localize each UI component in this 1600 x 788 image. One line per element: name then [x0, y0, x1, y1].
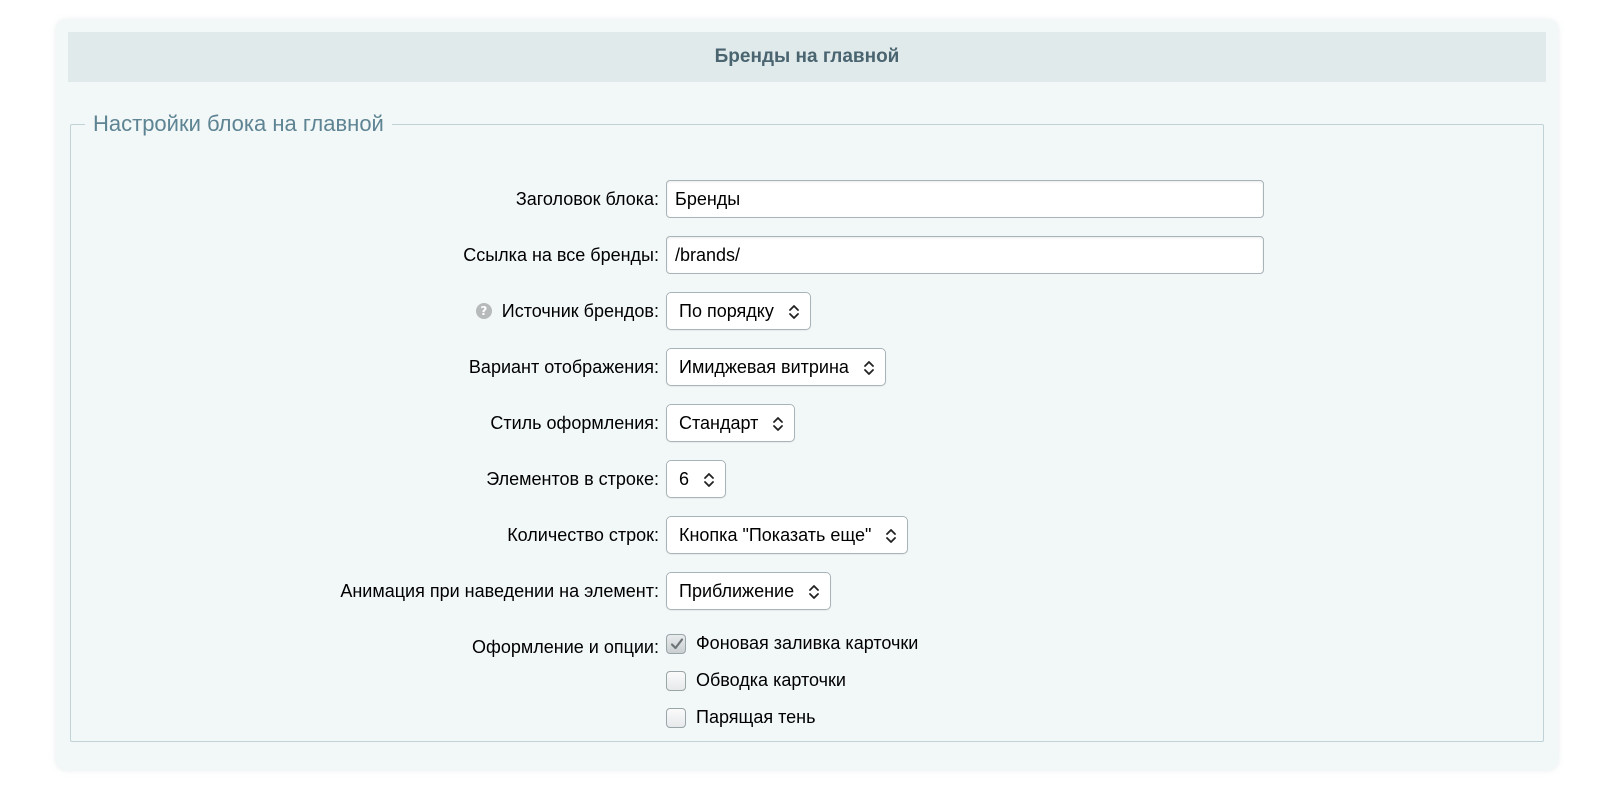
block-settings-fieldset: Настройки блока на главной Заголовок бло… [70, 111, 1544, 742]
block-title-input[interactable]: Бренды [666, 180, 1264, 218]
row-all-brands-link: Ссылка на все бренды: /brands/ [71, 236, 1543, 274]
checkmark-icon [670, 637, 684, 649]
brands-source-label: Источник брендов: [501, 300, 659, 321]
brands-source-value: По порядку [679, 300, 774, 321]
card-title: Бренды на главной [68, 32, 1546, 82]
display-variant-value: Имиджевая витрина [679, 356, 849, 377]
brands-settings-card: Бренды на главной Настройки блока на гла… [56, 20, 1558, 770]
rows-count-label: Количество строк: [507, 524, 659, 545]
fieldset-legend: Настройки блока на главной [93, 111, 384, 136]
hover-animation-label: Анимация при наведении на элемент: [340, 580, 659, 601]
select-chevrons-icon [788, 305, 799, 319]
question-circle-icon[interactable]: ? [475, 303, 492, 319]
select-chevrons-icon [864, 361, 874, 375]
row-hover-animation: Анимация при наведении на элемент: Прибл… [71, 572, 1543, 610]
option-label: Фоновая заливка карточки [696, 633, 919, 653]
rows-count-select[interactable]: Кнопка "Показать еще" [666, 516, 909, 554]
items-per-row-label: Элементов в строке: [486, 468, 659, 489]
checkbox-unchecked[interactable] [666, 670, 686, 691]
row-brands-source: ? Источник брендов: По порядку [71, 292, 1543, 330]
style-value: Стандарт [679, 412, 759, 433]
option-label: Обводка карточки [696, 670, 846, 690]
row-options: Оформление и опции: Фоновая заливка карт… [71, 628, 1543, 748]
display-variant-select[interactable]: Имиджевая витрина [666, 348, 886, 386]
options-checkbox-group: Фоновая заливка карточки Обводка карточк… [666, 625, 918, 736]
select-chevrons-icon [773, 417, 784, 431]
checkbox-checked[interactable] [666, 633, 686, 654]
checkbox-unchecked[interactable] [666, 707, 686, 728]
options-label: Оформление и опции: [472, 636, 659, 657]
row-style: Стиль оформления: Стандарт [71, 404, 1543, 442]
block-title-label: Заголовок блока: [515, 188, 659, 209]
option-label: Парящая тень [696, 707, 816, 727]
select-chevrons-icon [704, 473, 714, 487]
items-per-row-select[interactable]: 6 [666, 460, 727, 498]
row-items-per-row: Элементов в строке: 6 [71, 460, 1543, 498]
hover-animation-value: Приближение [679, 580, 795, 601]
row-display-variant: Вариант отображения: Имиджевая витрина [71, 348, 1543, 386]
select-chevrons-icon [809, 585, 820, 599]
option-floating-shadow[interactable]: Парящая тень [666, 699, 918, 736]
select-chevrons-icon [886, 529, 897, 543]
hover-animation-select[interactable]: Приближение [666, 572, 832, 610]
option-card-border[interactable]: Обводка карточки [666, 662, 918, 699]
rows-count-value: Кнопка "Показать еще" [679, 524, 872, 545]
style-label: Стиль оформления: [490, 412, 659, 433]
brands-source-select[interactable]: По порядку [666, 292, 811, 330]
option-background-fill[interactable]: Фоновая заливка карточки [666, 625, 918, 662]
all-brands-link-input[interactable]: /brands/ [666, 236, 1264, 274]
all-brands-link-label: Ссылка на все бренды: [463, 244, 659, 265]
items-per-row-value: 6 [679, 468, 690, 489]
style-select[interactable]: Стандарт [666, 404, 796, 442]
row-rows-count: Количество строк: Кнопка "Показать еще" [71, 516, 1543, 554]
display-variant-label: Вариант отображения: [468, 356, 659, 377]
row-block-title: Заголовок блока: Бренды [71, 180, 1543, 218]
